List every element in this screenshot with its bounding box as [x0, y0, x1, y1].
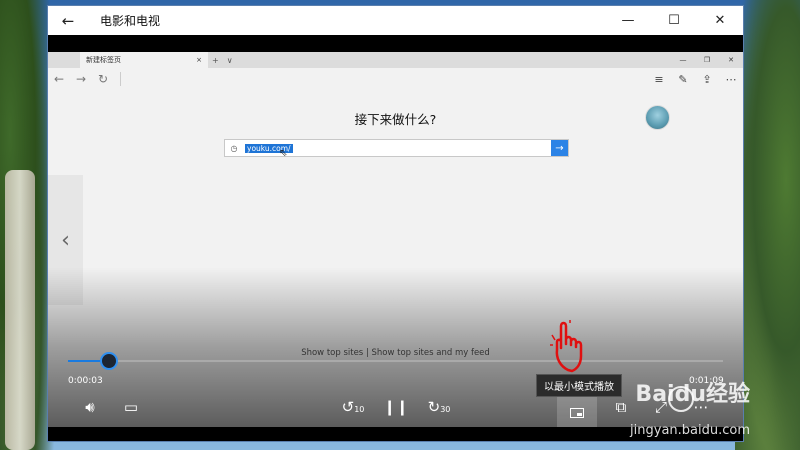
mouse-cursor-icon: ⇖	[279, 148, 288, 159]
maximize-icon: ☐	[668, 13, 680, 28]
close-button[interactable]: ✕	[697, 6, 743, 35]
baidu-watermark-url: jingyan.baidu.com	[630, 423, 750, 438]
edge-refresh-icon: ↻	[97, 72, 109, 86]
skip-back-button[interactable]: ↺10	[338, 398, 368, 416]
edge-maximize-icon: ❐	[703, 56, 711, 64]
volume-button[interactable]: 🔊︎	[75, 398, 105, 416]
avatar	[645, 105, 670, 130]
back-button[interactable]: ←	[48, 6, 88, 35]
maximize-button[interactable]: ☐	[651, 6, 697, 35]
chevron-left-icon: ‹	[61, 227, 70, 253]
edge-close-icon: ✕	[728, 56, 734, 64]
baidu-watermark: Baidu经验	[635, 382, 750, 407]
pointing-hand-icon	[550, 320, 583, 373]
mini-view-tooltip: 以最小模式播放	[536, 374, 622, 397]
tree-trunk-left	[5, 170, 35, 450]
top-sites-text: Show top sites | Show top sites and my f…	[301, 348, 490, 358]
pause-button[interactable]: ❙❙	[381, 398, 411, 416]
video-frame[interactable]: 新建标签页 × + ∨ — ❐ ✕ ← → ↻ ≡ ✎ ⇪ ⋯ 接下来做什么?	[48, 52, 743, 427]
subtitles-icon: ▭	[123, 398, 139, 416]
go-arrow-icon: →	[551, 140, 568, 156]
more-icon: ⋯	[725, 72, 737, 86]
tab-close-icon: ×	[196, 56, 202, 64]
search-box: ◷ youku.com/ →	[224, 139, 569, 157]
edge-back-icon: ←	[53, 72, 65, 86]
window-title: 电影和电视	[100, 14, 161, 28]
edge-toolbar-right: ≡ ✎ ⇪ ⋯	[647, 73, 743, 86]
hub-icon: ≡	[654, 72, 664, 86]
minimize-button[interactable]: —	[605, 6, 651, 35]
close-icon: ✕	[714, 13, 726, 28]
cast-icon: ⧉	[615, 398, 627, 416]
title-bar: ← 电影和电视 — ☐ ✕	[48, 6, 743, 35]
edge-tab-bar: 新建标签页 × + ∨ — ❐ ✕	[48, 52, 743, 68]
new-tab-icon: +	[212, 55, 219, 65]
edge-window-buttons: — ❐ ✕	[671, 56, 743, 64]
edge-nav-bar: ← → ↻ ≡ ✎ ⇪ ⋯	[48, 68, 743, 90]
edge-minimize-icon: —	[679, 56, 687, 64]
tab-list-icon: ∨	[226, 55, 233, 65]
skip-forward-label: 30	[440, 405, 451, 414]
back-arrow-icon: ←	[61, 11, 75, 30]
volume-icon: 🔊︎	[85, 398, 95, 416]
current-time: 0:00:03	[68, 376, 103, 386]
pen-icon: ✎	[678, 72, 688, 86]
history-icon: ◷	[230, 143, 238, 153]
share-icon: ⇪	[702, 72, 712, 86]
skip-forward-button[interactable]: ↻30	[424, 398, 454, 416]
skip-forward-icon: ↻	[427, 398, 441, 416]
progress-bar[interactable]	[68, 352, 723, 370]
nav-divider	[120, 72, 121, 86]
edge-tab-label: 新建标签页	[86, 56, 121, 64]
new-tab-prompt: 接下来做什么?	[354, 112, 437, 127]
subtitles-button[interactable]: ▭	[116, 398, 146, 416]
edge-forward-icon: →	[75, 72, 87, 86]
edge-tab: 新建标签页 ×	[80, 52, 208, 68]
minimize-icon: —	[621, 13, 635, 28]
cast-button[interactable]: ⧉	[606, 398, 636, 416]
mini-view-icon	[570, 408, 584, 418]
skip-back-icon: ↺	[341, 398, 355, 416]
mini-view-button[interactable]	[557, 397, 597, 427]
skip-back-label: 10	[354, 405, 365, 414]
pause-icon: ❙❙	[383, 398, 409, 416]
